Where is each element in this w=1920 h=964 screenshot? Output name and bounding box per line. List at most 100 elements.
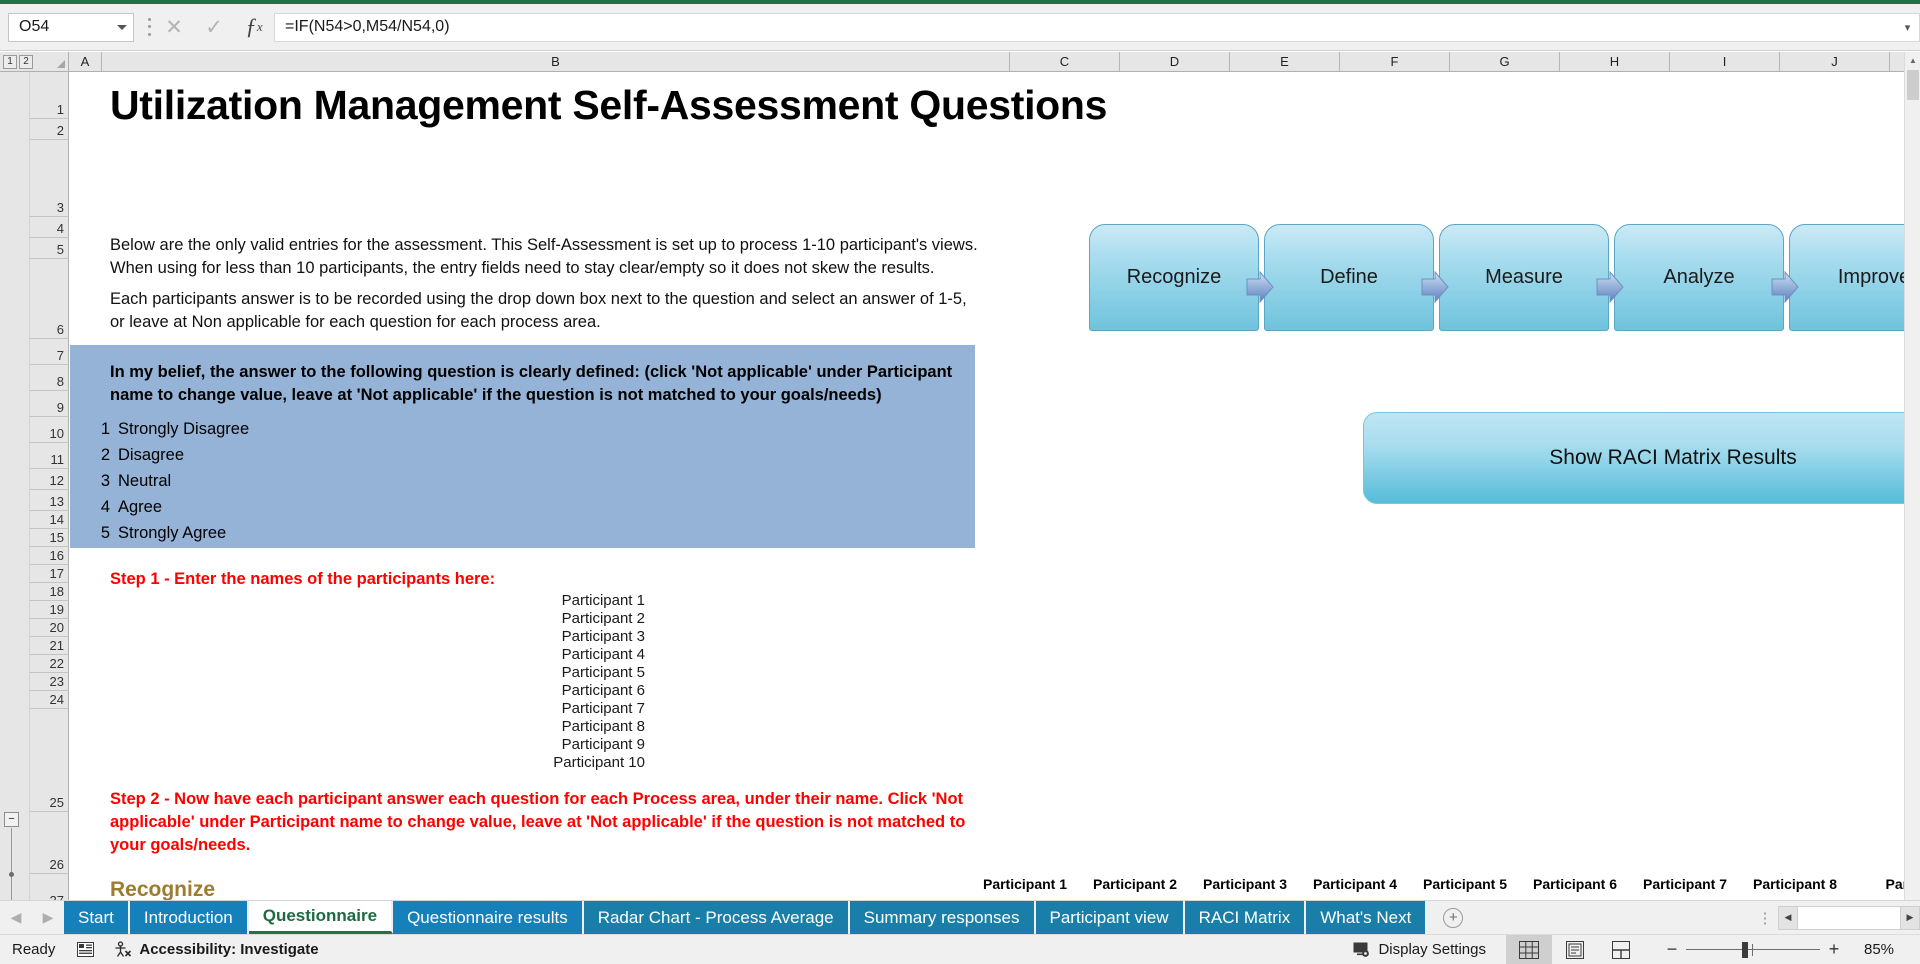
- process-step-recognize[interactable]: Recognize: [1089, 224, 1259, 331]
- row-header-14[interactable]: 14: [30, 511, 69, 529]
- page-layout-view-icon[interactable]: [1552, 935, 1598, 964]
- record-macro-icon[interactable]: [77, 942, 94, 957]
- row-header-10[interactable]: 10: [30, 417, 69, 443]
- row-header-22[interactable]: 22: [30, 655, 69, 673]
- participant-name-2[interactable]: Participant 2: [500, 610, 645, 628]
- sheet-tab-raci-matrix[interactable]: RACI Matrix: [1185, 901, 1307, 934]
- sheet-tab-questionnaire[interactable]: Questionnaire: [249, 901, 393, 934]
- participant-name-6[interactable]: Participant 6: [500, 682, 645, 700]
- column-header-g[interactable]: G: [1450, 52, 1560, 71]
- show-raci-matrix-results-button[interactable]: Show RACI Matrix Results: [1363, 412, 1904, 504]
- sheet-tab-introduction[interactable]: Introduction: [130, 901, 249, 934]
- check-icon[interactable]: ✓: [194, 7, 234, 47]
- column-header-c[interactable]: C: [1010, 52, 1120, 71]
- sheet-tab-participant-view[interactable]: Participant view: [1036, 901, 1185, 934]
- row-header-2[interactable]: 2: [30, 119, 69, 140]
- column-header-i[interactable]: I: [1670, 52, 1780, 71]
- zoom-slider-thumb[interactable]: [1742, 942, 1748, 958]
- previous-sheet-icon[interactable]: ◀: [11, 909, 22, 926]
- row-header-24[interactable]: 24: [30, 691, 69, 709]
- chevron-down-icon[interactable]: [117, 25, 127, 30]
- sheet-tab-radar-chart[interactable]: Radar Chart - Process Average: [584, 901, 850, 934]
- column-header-b[interactable]: B: [102, 52, 1010, 71]
- row-header-4[interactable]: 4: [30, 217, 69, 238]
- sheet-tab-whats-next[interactable]: What's Next: [1306, 901, 1427, 934]
- column-header-e[interactable]: E: [1230, 52, 1340, 71]
- process-step-measure[interactable]: Measure: [1439, 224, 1609, 331]
- name-box[interactable]: O54: [8, 13, 134, 42]
- row-header-20[interactable]: 20: [30, 619, 69, 637]
- column-header-d[interactable]: D: [1120, 52, 1230, 71]
- row-header-18[interactable]: 18: [30, 583, 69, 601]
- outline-level-buttons[interactable]: 1 2: [0, 52, 40, 71]
- scroll-right-icon[interactable]: ▶: [1900, 906, 1920, 930]
- accessibility-status[interactable]: Accessibility: Investigate: [114, 941, 318, 958]
- column-header-j[interactable]: J: [1780, 52, 1890, 71]
- scroll-up-icon[interactable]: ▲: [1905, 52, 1920, 68]
- participant-name-5[interactable]: Participant 5: [500, 664, 645, 682]
- select-all-corner[interactable]: [40, 52, 69, 71]
- participant-name-list[interactable]: Participant 1 Participant 2 Participant …: [500, 592, 645, 772]
- vertical-scrollbar[interactable]: ▲ ▼: [1904, 52, 1920, 917]
- row-header-19[interactable]: 19: [30, 601, 69, 619]
- display-settings-button[interactable]: Display Settings: [1353, 941, 1486, 958]
- row-header-25[interactable]: 25: [30, 709, 69, 812]
- row-header-9[interactable]: 9: [30, 391, 69, 417]
- worksheet-grid[interactable]: Utilization Management Self-Assessment Q…: [70, 72, 1904, 917]
- sheet-tab-summary-responses[interactable]: Summary responses: [850, 901, 1036, 934]
- formula-input[interactable]: =IF(N54>0,M54/N54,0): [274, 13, 1896, 42]
- next-sheet-icon[interactable]: ▶: [43, 909, 54, 926]
- outline-level-2-button[interactable]: 2: [19, 55, 33, 69]
- sheet-tab-questionnaire-results[interactable]: Questionnaire results: [393, 901, 584, 934]
- participant-name-10[interactable]: Participant 10: [500, 754, 645, 772]
- zoom-level-label[interactable]: 85%: [1848, 941, 1910, 958]
- row-header-1[interactable]: 1: [30, 72, 69, 119]
- row-header-23[interactable]: 23: [30, 673, 69, 691]
- participant-name-9[interactable]: Participant 9: [500, 736, 645, 754]
- expand-formula-bar-icon[interactable]: ▾: [1896, 13, 1920, 42]
- zoom-out-button[interactable]: −: [1658, 939, 1686, 960]
- row-header-16[interactable]: 16: [30, 547, 69, 565]
- row-header-7[interactable]: 7: [30, 339, 69, 365]
- row-header-26[interactable]: 26: [30, 812, 69, 874]
- normal-view-icon[interactable]: [1506, 935, 1552, 964]
- page-break-view-icon[interactable]: [1598, 935, 1644, 964]
- cancel-icon[interactable]: ✕: [154, 7, 194, 47]
- process-step-improve[interactable]: Improve: [1789, 224, 1904, 331]
- column-header-h[interactable]: H: [1560, 52, 1670, 71]
- horizontal-scrollbar-track[interactable]: [1798, 906, 1900, 930]
- column-header-a[interactable]: A: [69, 52, 102, 71]
- plus-icon[interactable]: +: [1443, 908, 1463, 928]
- row-header-12[interactable]: 12: [30, 469, 69, 490]
- process-step-define[interactable]: Define: [1264, 224, 1434, 331]
- likert-label-5: Strongly Agree: [118, 524, 226, 543]
- row-header-17[interactable]: 17: [30, 565, 69, 583]
- zoom-slider[interactable]: [1686, 935, 1820, 964]
- participant-name-4[interactable]: Participant 4: [500, 646, 645, 664]
- zoom-in-button[interactable]: +: [1820, 939, 1848, 960]
- participant-name-1[interactable]: Participant 1: [500, 592, 645, 610]
- scroll-left-icon[interactable]: ◀: [1778, 906, 1798, 930]
- horizontal-scrollbar[interactable]: ◀ ▶: [1778, 905, 1920, 931]
- row-header-5[interactable]: 5: [30, 238, 69, 259]
- vertical-scrollbar-thumb[interactable]: [1907, 70, 1919, 100]
- row-header-11[interactable]: 11: [30, 443, 69, 469]
- participant-name-8[interactable]: Participant 8: [500, 718, 645, 736]
- insert-function-icon[interactable]: ƒx: [234, 7, 274, 47]
- row-header-21[interactable]: 21: [30, 637, 69, 655]
- column-header-f[interactable]: F: [1340, 52, 1450, 71]
- participant-name-3[interactable]: Participant 3: [500, 628, 645, 646]
- outline-level-1-button[interactable]: 1: [3, 55, 17, 69]
- participant-name-7[interactable]: Participant 7: [500, 700, 645, 718]
- row-header-3[interactable]: 3: [30, 140, 69, 217]
- add-sheet-button[interactable]: +: [1427, 901, 1479, 934]
- row-header-8[interactable]: 8: [30, 365, 69, 391]
- tab-split-handle[interactable]: ⋮: [1752, 909, 1778, 927]
- sheet-tab-navigation[interactable]: ◀ ▶: [0, 901, 64, 934]
- row-header-6[interactable]: 6: [30, 259, 69, 339]
- row-header-13[interactable]: 13: [30, 490, 69, 511]
- process-step-analyze[interactable]: Analyze: [1614, 224, 1784, 331]
- sheet-tab-start[interactable]: Start: [64, 901, 130, 934]
- row-header-15[interactable]: 15: [30, 529, 69, 547]
- outline-collapse-button[interactable]: −: [4, 812, 19, 827]
